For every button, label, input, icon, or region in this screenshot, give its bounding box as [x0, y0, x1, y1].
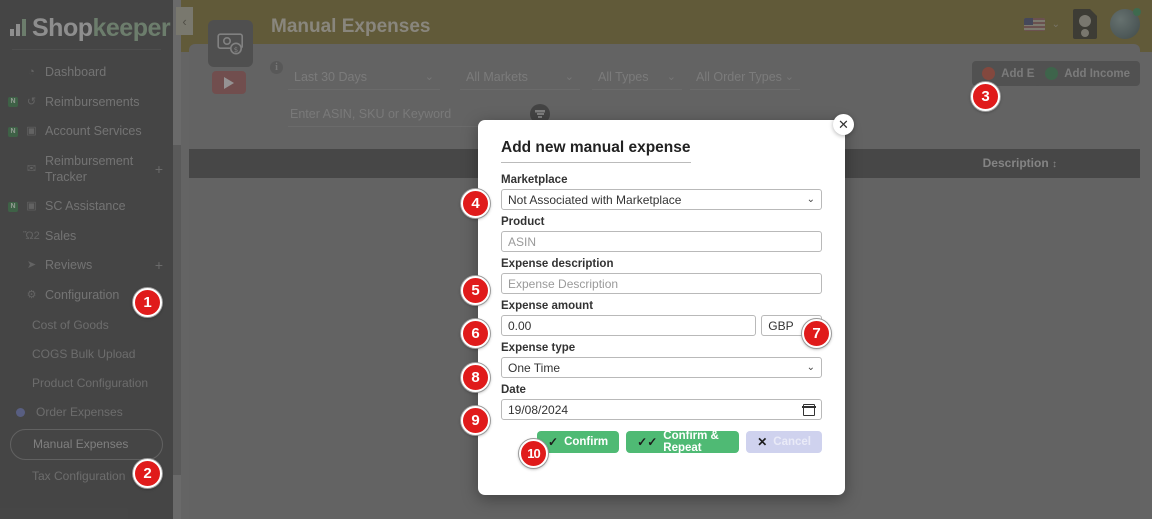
confirm-repeat-button[interactable]: ✓✓ Confirm & Repeat: [626, 430, 740, 454]
annotation-badge-5: 5: [461, 276, 490, 305]
check-icon: ✓✓: [637, 435, 658, 449]
cancel-button[interactable]: ✕ Cancel: [746, 431, 822, 453]
annotation-badge-9: 9: [461, 406, 490, 435]
close-icon[interactable]: ✕: [833, 114, 854, 135]
annotation-badge-2: 2: [133, 459, 162, 488]
marketplace-select[interactable]: Not Associated with Marketplace ⌄: [501, 189, 822, 210]
type-select[interactable]: One Time ⌄: [501, 357, 822, 378]
type-value: One Time: [508, 360, 561, 375]
chevron-down-icon: ⌄: [806, 362, 815, 373]
annotation-badge-4: 4: [461, 189, 490, 218]
check-icon: ✓: [548, 435, 559, 449]
annotation-badge-3: 3: [971, 82, 1000, 111]
amount-input[interactable]: 0.00: [501, 315, 757, 336]
button-label: Confirm & Repeat: [663, 430, 719, 454]
annotation-badge-10: 10: [519, 439, 548, 468]
date-value: 19/08/2024: [508, 402, 569, 417]
button-label: Confirm: [564, 436, 609, 448]
chevron-down-icon: ⌄: [806, 194, 815, 205]
annotation-badge-8: 8: [461, 363, 490, 392]
confirm-button[interactable]: ✓ Confirm: [537, 431, 620, 453]
date-label: Date: [501, 384, 526, 396]
type-label: Expense type: [501, 342, 576, 354]
date-field[interactable]: 19/08/2024: [501, 399, 822, 420]
close-icon: ✕: [757, 435, 768, 449]
product-label: Product: [501, 216, 545, 228]
marketplace-label: Marketplace: [501, 174, 568, 186]
amount-row: 0.00 GBP: [501, 315, 822, 336]
annotation-badge-1: 1: [133, 288, 162, 317]
calendar-icon[interactable]: [802, 403, 816, 416]
description-label: Expense description: [501, 258, 614, 270]
button-row: ✓ Confirm ✓✓ Confirm & Repeat ✕ Cancel: [501, 430, 822, 454]
dialog-title: Add new manual expense: [501, 139, 691, 163]
marketplace-value: Not Associated with Marketplace: [508, 192, 682, 207]
description-input[interactable]: Expense Description: [501, 273, 822, 294]
button-label: Cancel: [773, 436, 811, 448]
annotation-badge-7: 7: [802, 319, 831, 348]
amount-label: Expense amount: [501, 300, 594, 312]
annotation-badge-6: 6: [461, 319, 490, 348]
product-input[interactable]: ASIN: [501, 231, 822, 252]
